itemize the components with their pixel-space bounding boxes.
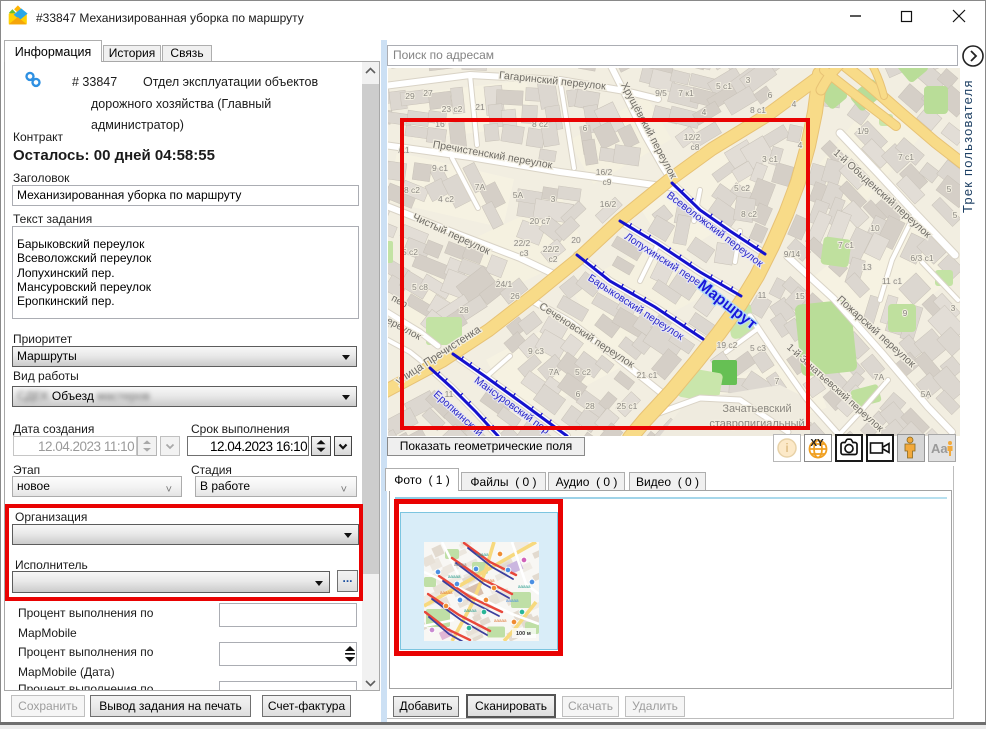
svg-text:6/3 с1: 6/3 с1 (910, 253, 933, 263)
svg-text:27: 27 (423, 88, 433, 98)
svg-text:29: 29 (405, 91, 415, 101)
svg-text:7 с1: 7 с1 (838, 240, 854, 250)
svg-text:5А: 5А (921, 389, 932, 399)
svg-text:6: 6 (768, 90, 773, 100)
svg-text:4: 4 (792, 99, 797, 109)
svg-text:13: 13 (862, 262, 872, 272)
svg-text:8 с1: 8 с1 (750, 105, 766, 115)
svg-text:9: 9 (903, 308, 908, 318)
svg-text:XY: XY (810, 438, 824, 449)
svg-text:10: 10 (870, 223, 880, 233)
svg-text:Aa: Aa (931, 441, 948, 456)
svg-text:5 с1: 5 с1 (716, 81, 732, 91)
svg-text:21: 21 (475, 102, 485, 112)
svg-text:5: 5 (947, 184, 952, 194)
svg-text:7 к1: 7 к1 (678, 88, 694, 98)
svg-text:11 с1: 11 с1 (882, 276, 902, 286)
svg-text:23 с2: 23 с2 (442, 104, 463, 114)
svg-text:4: 4 (702, 107, 707, 117)
svg-text:7 с1: 7 с1 (898, 152, 914, 162)
svg-text:1/9: 1/9 (857, 126, 869, 136)
svg-text:i: i (785, 441, 788, 455)
svg-text:5: 5 (953, 210, 958, 220)
svg-text:3: 3 (746, 75, 751, 85)
svg-text:9/5: 9/5 (655, 88, 667, 98)
svg-text:3: 3 (951, 303, 956, 313)
svg-text:7А: 7А (874, 372, 885, 382)
